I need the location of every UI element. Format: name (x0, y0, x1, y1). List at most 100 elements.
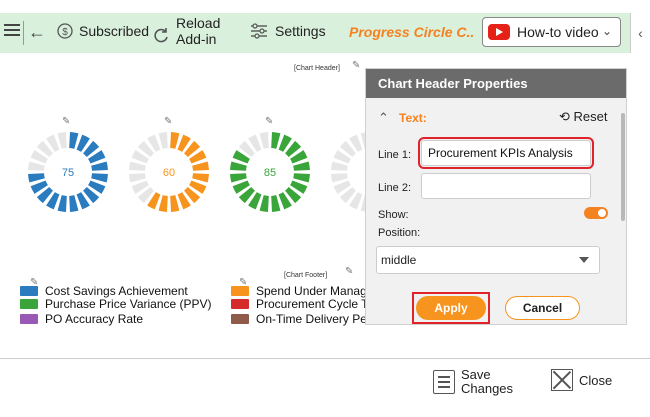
dollar-circle-icon: $ (57, 23, 73, 39)
close-icon (551, 369, 573, 391)
progress-segment (170, 195, 180, 212)
youtube-icon (488, 24, 510, 40)
legend-item: PO Accuracy Rate (20, 312, 143, 326)
chart-header-placeholder[interactable]: [Chart Header] (294, 65, 340, 72)
back-arrow-icon[interactable]: ← (28, 22, 46, 42)
edit-circle-pencil-icon[interactable]: ✎ (164, 116, 172, 127)
progress-circle[interactable]: 75 (28, 132, 108, 212)
progress-segment (69, 195, 79, 212)
chart-header-properties-panel: Chart Header Properties ⌃ Text: ⟲ Reset … (365, 68, 627, 325)
progress-segment (69, 132, 79, 149)
chart-footer-placeholder[interactable]: [Chart Footer] (284, 272, 327, 279)
legend-swatch (20, 314, 38, 324)
close-label: Close (579, 372, 613, 388)
chevron-left-icon: ‹ (638, 25, 643, 41)
save-icon (433, 370, 455, 394)
save-changes-button[interactable]: Save Changes (433, 368, 513, 396)
edit-footer-pencil-icon[interactable]: ✎ (345, 266, 353, 277)
app-window: ← $ Subscribed Reload Add-in Settings Pr… (0, 0, 650, 417)
progress-circle[interactable] (331, 132, 365, 212)
reload-icon (154, 28, 168, 43)
progress-value-label: 85 (264, 167, 276, 179)
progress-segment (192, 173, 209, 183)
legend-swatch (231, 286, 249, 296)
panel-scrollbar[interactable] (619, 101, 627, 319)
toolbar-divider (23, 21, 24, 45)
progress-circle[interactable]: 60 (129, 132, 209, 212)
bottom-bar: Save Changes Close (0, 358, 650, 417)
legend-label: PO Accuracy Rate (45, 312, 144, 326)
subscribed-label: Subscribed (79, 23, 150, 39)
edit-circle-pencil-icon[interactable]: ✎ (265, 116, 273, 127)
reset-button[interactable]: ⟲ Reset (559, 109, 608, 125)
progress-circles: 75 60 85 (28, 132, 365, 212)
sliders-icon (251, 23, 267, 39)
progress-segment (158, 132, 168, 149)
line1-label: Line 1: (378, 149, 412, 161)
apply-button[interactable]: Apply (416, 296, 486, 320)
addin-title: Progress Circle C... (349, 24, 473, 40)
progress-value-label: 75 (62, 167, 74, 179)
legend-item: Spend Under Manag (231, 284, 367, 298)
progress-segment (230, 173, 247, 183)
settings-button[interactable]: Settings (250, 23, 326, 39)
reload-label-line1: Reload (176, 15, 221, 31)
position-value: middle (381, 253, 417, 267)
progress-segment (271, 132, 281, 149)
progress-segment (91, 161, 108, 171)
show-label: Show: (378, 209, 409, 221)
position-select[interactable]: middle (376, 246, 600, 274)
legend-label: On-Time Delivery Pe (256, 312, 367, 326)
progress-circle[interactable]: 85 (230, 132, 310, 212)
reload-label-line2: Add-in (176, 31, 217, 47)
collapse-pane-button[interactable]: ‹ (630, 13, 650, 53)
progress-segment (259, 132, 269, 149)
legend-label: Spend Under Manag (256, 284, 367, 298)
text-section-title: Text: (399, 111, 427, 125)
cancel-button[interactable]: Cancel (505, 296, 580, 320)
close-button[interactable]: Close (551, 369, 612, 391)
legend-item: Purchase Price Variance (PPV) (20, 297, 212, 311)
progress-segment (129, 161, 146, 171)
show-toggle[interactable] (584, 207, 608, 219)
legend-swatch (20, 286, 38, 296)
toolbar: ← $ Subscribed Reload Add-in Settings Pr… (0, 13, 650, 53)
line2-input[interactable] (421, 173, 591, 199)
progress-value-label: 60 (163, 167, 175, 179)
legend-swatch (231, 299, 249, 309)
progress-segment (28, 173, 45, 183)
legend-item: Procurement Cycle T (231, 297, 368, 311)
progress-segment (259, 195, 269, 212)
progress-segment (170, 132, 180, 149)
subscribed-button[interactable]: $ Subscribed (57, 23, 149, 39)
progress-segment (158, 195, 168, 212)
dropdown-arrow-icon (579, 257, 589, 263)
svg-text:$: $ (62, 27, 68, 38)
line1-input[interactable]: Procurement KPIs Analysis (418, 137, 594, 169)
legend-label: Cost Savings Achievement (45, 284, 188, 298)
legend-item: Cost Savings Achievement (20, 284, 188, 298)
panel-title: Chart Header Properties (366, 69, 626, 98)
position-label: Position: (378, 227, 421, 239)
howto-video-dropdown[interactable]: How-to video ⌄ (482, 17, 621, 47)
progress-segment (57, 195, 67, 212)
legend-label: Procurement Cycle T (256, 297, 369, 311)
hamburger-menu-icon[interactable] (4, 24, 20, 38)
line2-label: Line 2: (378, 182, 412, 194)
edit-circle-pencil-icon[interactable]: ✎ (62, 116, 70, 127)
progress-segment (230, 161, 247, 171)
reset-icon: ⟲ (559, 109, 570, 124)
chevron-down-icon: ⌄ (601, 24, 612, 38)
settings-label: Settings (275, 23, 326, 39)
edit-header-pencil-icon[interactable]: ✎ (352, 60, 360, 71)
progress-segment (129, 173, 146, 183)
progress-segment (331, 173, 348, 183)
reload-addin-button[interactable]: Reload Add-in (152, 15, 220, 47)
scrollbar-thumb[interactable] (621, 113, 625, 221)
chevron-up-icon[interactable]: ⌃ (378, 110, 389, 126)
text-section-header[interactable]: ⌃ Text: ⟲ Reset (366, 109, 616, 129)
howto-label: How-to video (517, 24, 599, 40)
progress-segment (57, 132, 67, 149)
reset-label: Reset (573, 109, 608, 124)
legend-item: On-Time Delivery Pe (231, 312, 367, 326)
